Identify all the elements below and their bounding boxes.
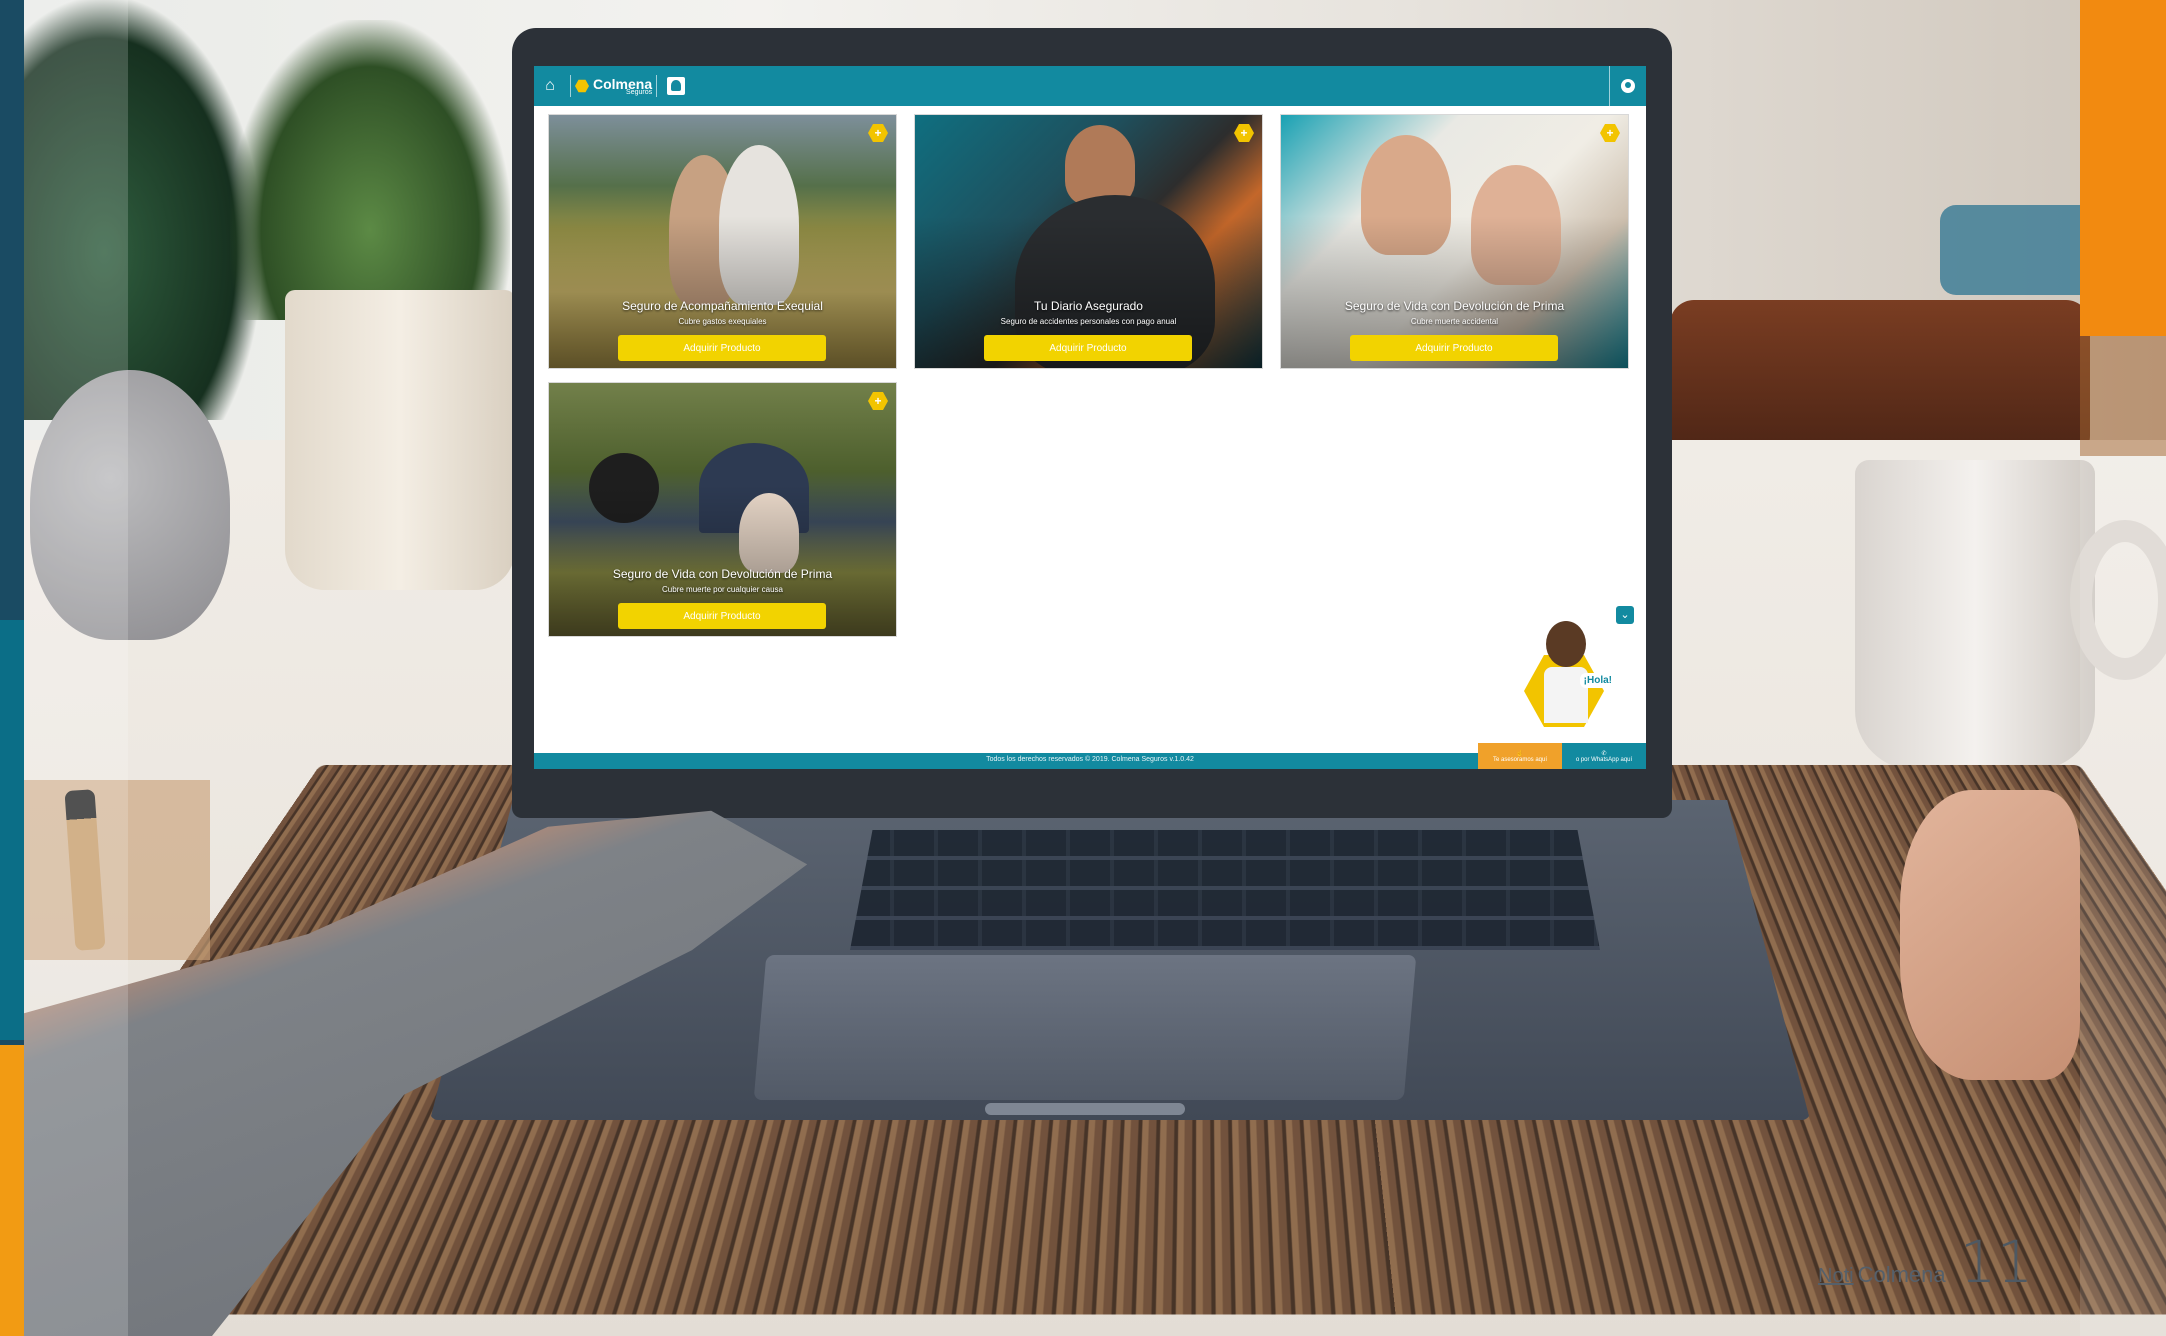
card-title: Seguro de Vida con Devolución de Prima (1344, 299, 1565, 313)
virtual-assistant[interactable]: ¡Hola! (1524, 621, 1616, 731)
divider (570, 75, 571, 97)
product-card: + Seguro de Acompañamiento Exequial Cubr… (548, 114, 897, 369)
hand-icon: ☝ (1516, 750, 1524, 757)
laptop-screen: ⌂ Colmena Seguros + Seguro de Acompañami… (534, 66, 1646, 769)
advisor-label: Te asesoramos aquí (1492, 756, 1548, 763)
logo-wordmark: Colmena Seguros (593, 76, 652, 96)
hexagon-logo-icon (575, 79, 589, 93)
acquire-product-button[interactable]: Adquirir Producto (618, 335, 826, 361)
divider (656, 75, 658, 97)
home-icon[interactable]: ⌂ (534, 66, 566, 106)
brand-name: Colmena (1857, 1262, 1946, 1287)
user-circle-icon (1621, 79, 1635, 93)
user-account-button[interactable] (1609, 66, 1646, 106)
card-subtitle: Cubre muerte accidental (1410, 317, 1499, 326)
acquire-product-button[interactable]: Adquirir Producto (1350, 335, 1558, 361)
page-number: 11 (1959, 1228, 2034, 1296)
card-subtitle: Seguro de accidentes personales con pago… (1000, 317, 1177, 326)
laptop-trackpad (753, 955, 1417, 1100)
card-title: Tu Diario Asegurado (1034, 299, 1143, 313)
top-navigation-bar: ⌂ Colmena Seguros (534, 66, 1646, 106)
assistant-avatar (1546, 621, 1586, 667)
card-overlay (549, 115, 896, 368)
product-card: + Seguro de Vida con Devolución de Prima… (1280, 114, 1629, 369)
plant-right (230, 20, 510, 320)
laptop-front-notch (985, 1103, 1185, 1115)
acquire-product-button[interactable]: Adquirir Producto (618, 603, 826, 629)
assistant-greeting: ¡Hola! (1579, 673, 1616, 688)
product-card: + Seguro de Vida con Devolución de Prima… (548, 382, 897, 637)
whatsapp-label: o por WhatsApp aquí (1575, 756, 1633, 763)
card-subtitle: Cubre gastos exequiales (678, 317, 767, 326)
acquire-product-button[interactable]: Adquirir Producto (984, 335, 1192, 361)
background-photo: ⌂ Colmena Seguros + Seguro de Acompañami… (0, 0, 2166, 1336)
id-card-icon[interactable] (667, 77, 686, 95)
left-orange-stripe (0, 1045, 24, 1336)
chevron-down-icon[interactable]: ⌄ (1616, 606, 1634, 624)
laptop-keyboard (850, 830, 1600, 950)
card-title: Seguro de Acompañamiento Exequial (622, 299, 823, 313)
right-orange-block (2080, 0, 2166, 336)
plant-pot-right (285, 290, 515, 590)
right-dark-block (2080, 336, 2166, 456)
card-overlay (1281, 115, 1628, 368)
chair (1670, 300, 2090, 460)
advisor-button[interactable]: ☝ Te asesoramos aquí (1478, 743, 1562, 769)
left-teal-stripe (0, 620, 24, 1040)
card-overlay (915, 115, 1262, 368)
magazine-footer: Noti Colmena 11 (1818, 1228, 2034, 1296)
whatsapp-button[interactable]: ✆ o por WhatsApp aquí (1562, 743, 1646, 769)
card-subtitle: Cubre muerte por cualquier causa (662, 585, 783, 594)
right-hand (1900, 790, 2080, 1080)
card-overlay (549, 383, 896, 636)
coffee-mug (1855, 460, 2095, 770)
contact-buttons: ☝ Te asesoramos aquí ✆ o por WhatsApp aq… (1478, 743, 1646, 769)
colmena-logo[interactable]: Colmena Seguros (575, 76, 652, 96)
product-card: + Tu Diario Asegurado Seguro de accident… (914, 114, 1263, 369)
brand-prefix: Noti (1818, 1265, 1854, 1287)
card-title: Seguro de Vida con Devolución de Prima (612, 567, 833, 581)
whatsapp-icon: ✆ (1601, 750, 1607, 757)
